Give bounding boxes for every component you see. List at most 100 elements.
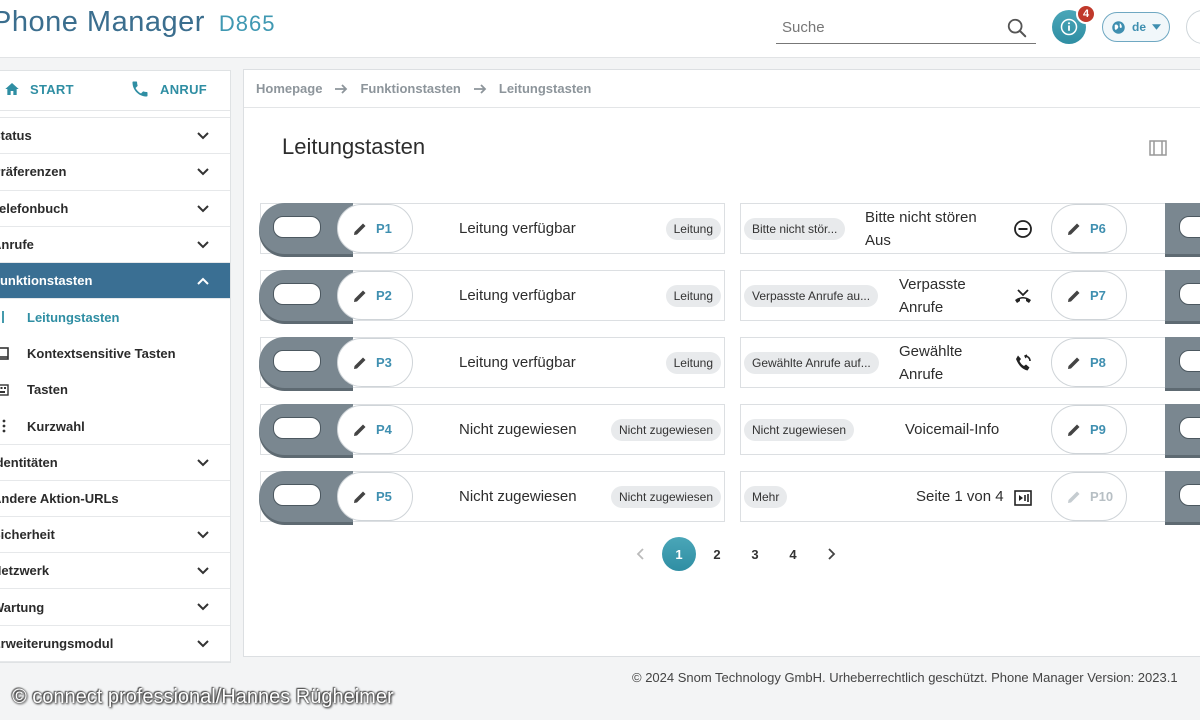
nav-item-calls[interactable]: Anrufe [0,227,230,264]
language-select[interactable]: de [1102,12,1170,42]
top-header: Phone Manager D865 4 de [0,0,1200,58]
line-key-p10: Mehr Seite 1 von 4 P10 [740,471,1200,522]
key-type-tag: Gewählte Anrufe auf... [744,352,879,374]
nav-item-extension-module[interactable]: Erweiterungsmodul [0,626,230,663]
call-button[interactable]: ANRUF [130,79,207,99]
chevron-down-icon [197,459,209,467]
line-key-p3: P3 Leitung verfügbar Leitung [259,337,725,388]
pencil-icon [1068,223,1080,235]
dialpad-icon [2,419,6,433]
edit-key-button[interactable]: P1 [337,204,413,253]
start-button[interactable]: START [4,81,74,97]
edit-key-button[interactable]: P2 [337,271,413,320]
nav-subitem-line-keys[interactable]: Leitungstasten [0,299,230,335]
edit-key-button[interactable]: P6 [1051,204,1127,253]
key-type-tag: Leitung [665,285,721,307]
search-icon[interactable] [1006,17,1028,39]
pencil-icon [1068,290,1080,302]
nav-menu: Status Präferenzen Telefonbuch Anrufe Fu… [0,117,230,663]
prev-page-button[interactable] [624,537,658,571]
breadcrumb-function-keys[interactable]: Funktionstasten [360,81,460,96]
pencil-icon [354,290,366,302]
hardware-key[interactable] [1165,270,1200,321]
key-label: Voicemail-Info [905,421,1000,438]
nav-item-identities[interactable]: Identitäten [0,444,230,481]
page-title: Leitungstasten [282,134,426,159]
hardware-key[interactable] [1165,471,1200,522]
nav-item-maintenance[interactable]: Wartung [0,589,230,626]
photo-credit-watermark: © connect professional/Hannes Rügheimer [12,686,394,708]
edit-key-button[interactable]: P3 [337,338,413,387]
nav-item-status[interactable]: Status [0,118,230,155]
page-indicator-label: Seite 1 von 4 [916,488,1004,505]
dialed-call-icon [1016,354,1031,371]
breadcrumb-home[interactable]: Homepage [256,81,322,96]
page-button-4[interactable]: 4 [776,537,810,571]
layout-toggle-icon[interactable] [1149,140,1167,156]
nav-item-security[interactable]: Sicherheit [0,517,230,554]
page-button-2[interactable]: 2 [700,537,734,571]
home-icon [5,83,19,95]
search-box [776,12,1036,44]
chevron-left-icon [636,548,644,560]
chevron-down-icon [197,168,209,176]
app-brand: Phone Manager D865 [0,6,275,39]
dnd-icon [1014,220,1032,238]
breadcrumb: Homepage Funktionstasten Leitungstasten [244,70,1200,108]
line-key-p8: Gewählte Anrufe auf... Gewählte Anrufe P8 [740,337,1200,388]
page-icon [1014,490,1032,506]
language-value: de [1132,20,1147,34]
screen-icon [0,346,9,360]
hardware-key[interactable] [1165,203,1200,254]
edit-key-button[interactable]: P4 [337,405,413,454]
nav-item-action-urls[interactable]: Andere Aktion-URLs [0,481,230,517]
pencil-icon [1068,424,1080,436]
key-label: Verpasste Anrufe [899,276,966,316]
menu-toggle-button[interactable] [1186,10,1200,44]
nav-item-network[interactable]: Netzwerk [0,553,230,590]
caret-down-icon [1152,24,1162,30]
next-page-button[interactable] [814,537,848,571]
nav-subitem-speed-dial[interactable]: Kurzwahl [0,408,230,444]
key-label: Nicht zugewiesen [459,421,577,438]
chevron-down-icon [197,132,209,140]
edit-key-button[interactable]: P7 [1051,271,1127,320]
nav-subitem-context-keys[interactable]: Kontextsensitive Tasten [0,336,230,372]
page-button-1[interactable]: 1 [662,537,696,571]
edit-key-button[interactable]: P5 [337,472,413,521]
notification-badge: 4 [1076,4,1096,24]
line-key-p7: Verpasste Anrufe au... Verpasste Anrufe P… [740,270,1200,321]
page-button-3[interactable]: 3 [738,537,772,571]
hardware-key[interactable] [1165,337,1200,388]
key-label: Leitung verfügbar [459,220,576,237]
edit-key-button[interactable]: P8 [1051,338,1127,387]
pencil-icon [354,223,366,235]
line-key-p4: P4 Nicht zugewiesen Nicht zugewiesen [259,404,725,455]
key-type-tag: Nicht zugewiesen [744,419,855,441]
key-label: Leitung verfügbar [459,354,576,371]
edit-key-button: P10 [1051,472,1127,521]
arrow-right-icon [473,83,487,94]
line-key-p9: Nicht zugewiesen Voicemail-Info P9 [740,404,1200,455]
key-label: Leitung verfügbar [459,287,576,304]
search-input[interactable] [776,12,996,42]
nav-item-function-keys[interactable]: Funktionstasten [0,263,230,300]
chevron-down-icon [197,531,209,539]
nav-item-preferences[interactable]: Präferenzen [0,154,230,191]
pencil-icon [1068,357,1080,369]
key-type-tag: Leitung [665,218,721,240]
hardware-key[interactable] [1165,404,1200,455]
key-type-tag: Bitte nicht stör... [744,218,846,240]
line-keys-icon [2,311,4,324]
nav-item-phonebook[interactable]: Telefonbuch [0,191,230,227]
nav-subitem-keys[interactable]: Tasten [0,372,230,408]
pencil-icon [1068,491,1080,503]
chevron-up-icon [197,277,209,285]
edit-key-button[interactable]: P9 [1051,405,1127,454]
keyboard-icon [0,384,9,396]
key-type-tag: Verpasste Anrufe au... [744,285,879,307]
call-label: ANRUF [160,81,207,97]
missed-call-icon [1015,289,1031,303]
line-key-p5: P5 Nicht zugewiesen Nicht zugewiesen [259,471,725,522]
arrow-right-icon [335,83,348,94]
